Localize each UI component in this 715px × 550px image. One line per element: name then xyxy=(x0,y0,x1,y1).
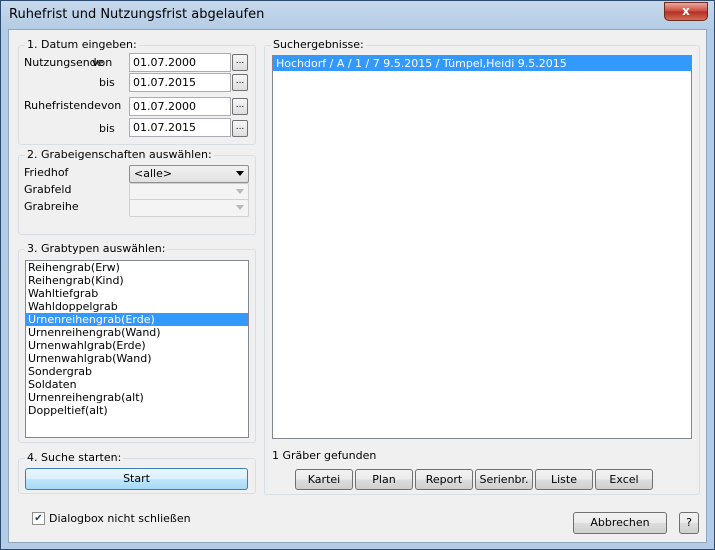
nutzung-von-field[interactable]: 01.07.2000 xyxy=(129,53,231,72)
grave-types-group-label: 3. Grabtypen auswählen: xyxy=(25,242,168,255)
grave-type-list-item[interactable]: Urnenwahlgrab(Erde) xyxy=(26,339,248,352)
grabreihe-dropdown[interactable] xyxy=(129,199,249,217)
grave-type-list-item[interactable]: Urnenreihengrab(Erde) xyxy=(26,313,248,326)
cancel-button[interactable]: Abbrechen xyxy=(573,512,667,534)
excel-button[interactable]: Excel xyxy=(595,469,653,490)
search-start-group-label: 4. Suche starten: xyxy=(25,451,124,464)
results-count: 1 Gräber gefunden xyxy=(272,449,377,462)
friedhof-label: Friedhof xyxy=(24,166,69,179)
grave-type-list-item[interactable]: Reihengrab(Kind) xyxy=(26,274,248,287)
plan-button[interactable]: Plan xyxy=(355,469,413,490)
grave-type-list-item[interactable]: Doppeltief(alt) xyxy=(26,404,248,417)
ruhefristende-label: Ruhefristende xyxy=(24,99,101,112)
nutzung-bis-field[interactable]: 01.07.2015 xyxy=(129,73,231,92)
liste-button[interactable]: Liste xyxy=(535,469,593,490)
friedhof-dropdown[interactable]: <alle> xyxy=(129,165,249,183)
title-bar[interactable]: Ruhefrist und Nutzungsfrist abgelaufen x xyxy=(1,1,714,31)
keep-open-checkbox[interactable]: ✔ xyxy=(32,512,45,525)
grave-type-list-item[interactable]: Wahldoppelgrab xyxy=(26,300,248,313)
nutzung-von-label: von xyxy=(92,56,113,69)
result-list-item[interactable]: Hochdorf / A / 1 / 7 9.5.2015 / Tümpel,H… xyxy=(273,56,691,71)
date-group-label: 1. Datum eingeben: xyxy=(25,38,139,51)
chevron-down-icon xyxy=(236,189,244,194)
nutzung-bis-label: bis xyxy=(99,76,115,89)
serienbrief-button[interactable]: Serienbr. xyxy=(475,469,533,490)
ruhe-von-picker-button[interactable]: ... xyxy=(232,98,248,115)
properties-group-label: 2. Grabeigenschaften auswählen: xyxy=(25,148,214,161)
report-button[interactable]: Report xyxy=(415,469,473,490)
help-button[interactable]: ? xyxy=(679,512,699,534)
grave-type-list-item[interactable]: Sondergrab xyxy=(26,365,248,378)
results-group-label: Suchergebnisse: xyxy=(271,38,366,51)
grave-type-list-item[interactable]: Urnenreihengrab(alt) xyxy=(26,391,248,404)
grave-type-list-item[interactable]: Soldaten xyxy=(26,378,248,391)
close-button[interactable]: x xyxy=(664,2,708,21)
grave-type-list-item[interactable]: Urnenwahlgrab(Wand) xyxy=(26,352,248,365)
chevron-down-icon xyxy=(236,171,244,176)
nutzung-bis-picker-button[interactable]: ... xyxy=(232,74,248,91)
ruhe-von-label: von xyxy=(101,99,122,112)
ruhe-bis-field[interactable]: 01.07.2015 xyxy=(129,118,231,137)
dialog-client-area: 1. Datum eingeben: Nutzungsende von 01.0… xyxy=(8,29,707,543)
ruhe-bis-label: bis xyxy=(99,122,115,135)
chevron-down-icon xyxy=(236,205,244,210)
window-title: Ruhefrist und Nutzungsfrist abgelaufen xyxy=(9,7,265,22)
dialog-window: Ruhefrist und Nutzungsfrist abgelaufen x… xyxy=(0,0,715,550)
friedhof-value: <alle> xyxy=(134,167,173,180)
grave-type-list-item[interactable]: Reihengrab(Erw) xyxy=(26,261,248,274)
grave-type-list-item[interactable]: Urnenreihengrab(Wand) xyxy=(26,326,248,339)
grave-types-list[interactable]: Reihengrab(Erw) Reihengrab(Kind) Wahltiefg… xyxy=(25,260,249,438)
results-list[interactable]: Hochdorf / A / 1 / 7 9.5.2015 / Tümpel,H… xyxy=(272,55,692,439)
nutzung-von-picker-button[interactable]: ... xyxy=(232,54,248,71)
ruhe-von-field[interactable]: 01.07.2000 xyxy=(129,97,231,116)
grave-type-list-item[interactable]: Wahltiefgrab xyxy=(26,287,248,300)
start-button[interactable]: Start xyxy=(25,468,248,490)
grabreihe-label: Grabreihe xyxy=(24,200,79,213)
kartei-button[interactable]: Kartei xyxy=(295,469,353,490)
ruhe-bis-picker-button[interactable]: ... xyxy=(232,120,248,137)
keep-open-label: Dialogbox nicht schließen xyxy=(49,512,191,525)
grabfeld-label: Grabfeld xyxy=(24,183,72,196)
